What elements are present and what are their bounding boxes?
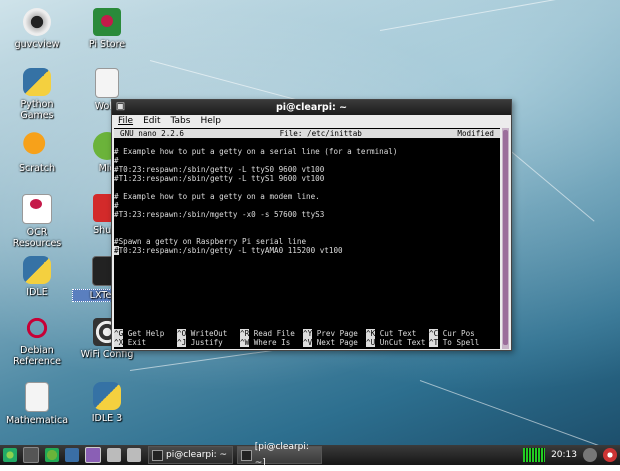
editor-line: # Example how to put a getty on a serial… xyxy=(114,147,398,156)
nano-filename: File: /etc/inittab xyxy=(279,129,362,138)
shortcut-uncut-text: ^U UnCut Text xyxy=(366,338,426,347)
desktop-icon-idle3[interactable]: IDLE 3 xyxy=(72,382,142,424)
desktop-icon-label: Mathematica xyxy=(5,415,69,426)
desktop-icon-debian-reference[interactable]: Debian Reference xyxy=(2,314,72,367)
editor-line: #T0:23:respawn:/sbin/getty -L ttyS0 9600… xyxy=(114,165,325,174)
document-icon xyxy=(25,382,49,412)
shortcut-get-help: ^G Get Help xyxy=(114,329,165,338)
desktop-icon-python-games[interactable]: Python Games xyxy=(2,68,72,121)
browser-icon[interactable] xyxy=(45,448,59,462)
task-label: [pi@clearpi: ~] xyxy=(254,442,309,468)
terminal-scrollbar[interactable] xyxy=(502,128,509,349)
lock-icon[interactable] xyxy=(583,448,597,462)
desktop-icon-label: Scratch xyxy=(19,163,55,174)
menubar: File Edit Tabs Help xyxy=(112,115,511,128)
nano-version: GNU nano 2.2.6 xyxy=(120,129,185,138)
nano-shortcut-bar: ^G Get Help ^O WriteOut ^R Read File ^Y … xyxy=(114,329,500,347)
webcam-icon xyxy=(23,8,51,36)
editor-line: # xyxy=(114,156,119,165)
terminal-window[interactable]: ▣ pi@clearpi: ~ File Edit Tabs Help GNU … xyxy=(111,99,512,351)
shortcut-row: ^G Get Help ^O WriteOut ^R Read File ^Y … xyxy=(114,329,500,338)
desktop-switch-icon[interactable] xyxy=(85,447,101,463)
desktop-icon-idle[interactable]: IDLE xyxy=(2,256,72,298)
shortcut-cut-text: ^K Cut Text xyxy=(366,329,417,338)
python-icon xyxy=(93,382,121,410)
python-icon xyxy=(23,256,51,284)
menu-help[interactable]: Help xyxy=(200,115,221,128)
debian-swirl-icon xyxy=(23,314,51,342)
cpu-monitor-icon xyxy=(523,448,546,462)
desktop-icon-label: Python Games xyxy=(20,99,54,121)
desktop-icon-label: guvcview xyxy=(14,39,60,50)
menu-file[interactable]: File xyxy=(118,115,133,128)
shortcut-exit: ^X Exit xyxy=(114,338,147,347)
wallpaper-crack xyxy=(379,0,617,31)
shortcut-read-file: ^R Read File xyxy=(240,329,295,338)
scrollbar-thumb[interactable] xyxy=(503,130,508,345)
clock[interactable]: 20:13 xyxy=(551,450,577,460)
shortcut-writeout: ^O WriteOut xyxy=(177,329,228,338)
shortcut-cur-pos: ^C Cur Pos xyxy=(429,329,475,338)
shortcut-next-page: ^V Next Page xyxy=(303,338,358,347)
wallpaper-crack xyxy=(509,150,595,222)
python-icon xyxy=(23,68,51,96)
window-menu-icon[interactable]: ▣ xyxy=(115,101,126,112)
taskbar-item-terminal-2[interactable]: [pi@clearpi: ~] xyxy=(237,442,322,468)
editor-line: #T1:23:respawn:/sbin/getty -L ttyS1 9600… xyxy=(114,174,325,183)
nano-modified-status: Modified xyxy=(457,129,494,138)
taskbar-item-terminal-1[interactable]: pi@clearpi: ~ xyxy=(148,446,233,464)
document-icon xyxy=(95,68,119,98)
desktop-icon-ocr-resources[interactable]: OCR Resources xyxy=(2,194,72,249)
editor-line: # xyxy=(114,201,119,210)
wallpaper-crack xyxy=(419,380,609,450)
task-label: pi@clearpi: ~ xyxy=(166,450,228,460)
ocr-logo-icon xyxy=(22,194,52,224)
desktop-icon-pi-store[interactable]: Pi Store xyxy=(72,8,142,50)
editor-line-text: T0:23:respawn:/sbin/getty -L ttyAMA0 115… xyxy=(118,246,343,255)
start-menu-icon[interactable] xyxy=(3,448,17,462)
pi-store-icon xyxy=(93,8,121,36)
file-manager-icon[interactable] xyxy=(23,447,39,463)
desktop-icon-label: IDLE xyxy=(26,287,48,298)
terminal-icon xyxy=(152,449,163,461)
window-titlebar[interactable]: ▣ pi@clearpi: ~ xyxy=(112,100,511,115)
menu-edit[interactable]: Edit xyxy=(143,115,160,128)
shortcut-where-is: ^W Where Is xyxy=(240,338,291,347)
workspace-icon[interactable] xyxy=(127,448,141,462)
desktop-icon-scratch[interactable]: Scratch xyxy=(2,132,72,174)
window-title: pi@clearpi: ~ xyxy=(275,102,348,113)
menu-tabs[interactable]: Tabs xyxy=(171,115,191,128)
nano-header: GNU nano 2.2.6 File: /etc/inittab Modifi… xyxy=(114,129,500,138)
globe-icon[interactable] xyxy=(65,448,79,462)
desktop-icon-label: Pi Store xyxy=(88,39,126,50)
scratch-cat-icon xyxy=(23,132,51,160)
editor-line: #T3:23:respawn:/sbin/mgetty -x0 -s 57600… xyxy=(114,210,325,219)
editor-line-with-cursor: #T0:23:respawn:/sbin/getty -L ttyAMA0 11… xyxy=(114,246,500,255)
editor-line: #Spawn a getty on Raspberry Pi serial li… xyxy=(114,237,307,246)
desktop-icon-label: IDLE 3 xyxy=(91,413,123,424)
editor-line: # Example how to put a getty on a modem … xyxy=(114,192,320,201)
shortcut-row: ^X Exit ^J Justify ^W Where Is ^V Next P… xyxy=(114,338,500,347)
shortcut-justify: ^J Justify xyxy=(177,338,223,347)
desktop-icon-mathematica[interactable]: Mathematica xyxy=(2,382,72,426)
shortcut-to-spell: ^T To Spell xyxy=(429,338,480,347)
desktop-icon-label: Debian Reference xyxy=(13,345,61,367)
terminal-icon xyxy=(241,449,252,461)
taskbar: pi@clearpi: ~ [pi@clearpi: ~] 20:13 xyxy=(0,442,620,468)
shortcut-prev-page: ^Y Prev Page xyxy=(303,329,358,338)
desktop-icon-label: OCR Resources xyxy=(12,227,62,249)
terminal-content[interactable]: GNU nano 2.2.6 File: /etc/inittab Modifi… xyxy=(114,128,500,349)
power-icon[interactable] xyxy=(603,448,617,462)
workspace-icon[interactable] xyxy=(107,448,121,462)
desktop-icon-guvcview[interactable]: guvcview xyxy=(2,8,72,50)
